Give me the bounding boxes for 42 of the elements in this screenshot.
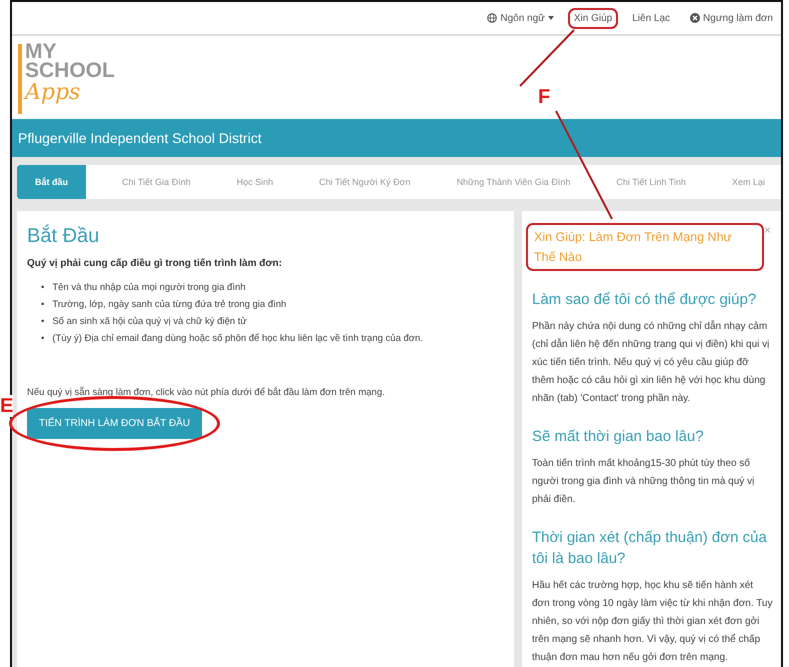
list-item: Trường, lớp, ngày sanh của từng đứa trẻ trong gia đình: [52, 298, 286, 312]
logo-text: MY: [25, 42, 56, 62]
list-bullet: •: [41, 314, 44, 329]
caret-icon: [548, 16, 554, 20]
globe-icon: [487, 13, 498, 24]
quit-link[interactable]: Ngưng làm đơn: [690, 12, 773, 24]
close-button[interactable]: ×: [764, 222, 771, 237]
close-circle-icon: [690, 13, 700, 24]
logo-text: SCHOOL: [25, 61, 115, 80]
list-item: Số an sinh xã hội của quý vị và chữ ký điện tử: [52, 314, 247, 329]
tab[interactable]: Học Sinh: [226, 164, 284, 199]
help-text: Toàn tiến trình mất khoảng15-30 phút tùy theo số người trong gia đình và những thông tin mà quý vị phải điền.: [532, 456, 756, 507]
tab[interactable]: Xem Lại: [722, 164, 775, 199]
logo-bar-icon: [18, 44, 22, 114]
logo-script: Apps: [25, 80, 82, 106]
nav-link[interactable]: Xin Giúp: [574, 12, 612, 24]
help-heading: Làm sao để tôi có thể được giúp?: [532, 290, 758, 310]
help-heading: Thời gian xét (chấp thuận) đơn của tôi là bao lâu?: [532, 528, 768, 569]
tab[interactable]: Chi Tiết Gia Đình: [112, 164, 201, 199]
highlight-outline: [568, 8, 618, 29]
list-bullet: •: [41, 332, 44, 346]
page-heading: Bắt Đầu: [27, 224, 100, 248]
list-item: Tên và thu nhập của mọi người trong gia đình: [52, 280, 246, 295]
help-text: Hầu hết các trường hợp, học khu sẽ tiến hành xét đơn trong vòng 10 ngày làm việc từ khi nhận đơn. Tuy nhiên, so với nộp đơn giấy thì thời gian xét đơn gởi trên mạng sẽ nhanh hơn. Vì vậy, quý vị có thể chấp thuận đơn mau hơn nếu gởi đơn trên mạng.: [532, 578, 773, 665]
tab[interactable]: Bắt đầu: [17, 164, 86, 199]
annotation-label: F: [538, 86, 550, 108]
district-name: Pflugerville Independent School District: [18, 130, 262, 146]
tab[interactable]: Chi Tiết Người Ký Đơn: [309, 164, 421, 199]
tab[interactable]: Chi Tiết Linh Tinh: [606, 164, 696, 199]
section-subtitle: Quý vị phải cung cấp điều gì trong tiến trình làm đơn:: [27, 258, 283, 269]
list-bullet: •: [41, 280, 44, 295]
language-menu[interactable]: Ngôn ngữ: [487, 12, 554, 24]
annotation-label: E: [0, 395, 14, 417]
tab[interactable]: Những Thành Viên Gia Đình: [446, 164, 580, 199]
start-application-button[interactable]: TIẾN TRÌNH LÀM ĐƠN BẮT ĐẦU: [27, 408, 202, 439]
list-bullet: •: [41, 298, 44, 312]
help-heading: Sẽ mất thời gian bao lâu?: [532, 426, 705, 447]
help-text: Phần này chứa nội dung có những chỉ dẫn nhạy cảm (chỉ dẫn liên hệ đến những trang qui vị điền) khi qui vị xúc tiến tiến trình. Nếu quý vị có yêu cầu giúp đỡ thêm hoặc có câu hỏi gì xin liên hệ với học khu dùng nhãn (tab) 'Contact' trong phần này.: [532, 319, 770, 406]
help-title: Xin Giúp: Làm Đơn Trên Mạng Như Thế Nào: [534, 228, 733, 266]
instruction-text: Nếu quý vị sẵn sàng làm đơn, click vào nút phía dưới để bắt đầu làm đơn trên mạng.: [27, 386, 386, 398]
list-item: (Tùy ý) Địa chỉ email đang dùng hoặc số phôn để học khu liên lạc về tình trạng của đơn.: [52, 332, 423, 346]
nav-link[interactable]: Liên Lạc: [632, 12, 670, 24]
